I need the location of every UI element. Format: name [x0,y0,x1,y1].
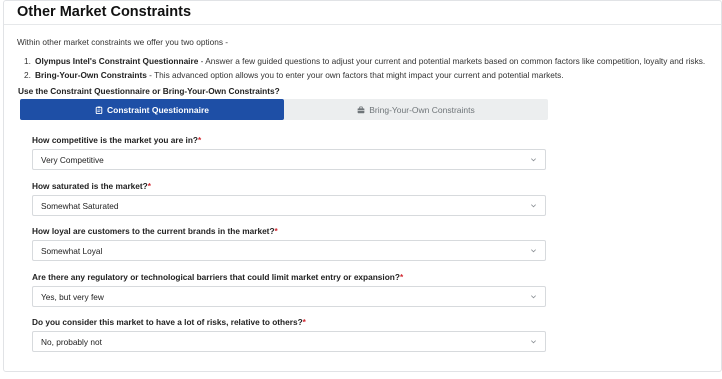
option-description: - Answer a few guided questions to adjus… [198,56,706,66]
list-item: 1. Olympus Intel's Constraint Questionnai… [24,54,705,68]
select-value: Yes, but very few [41,291,104,302]
option-name: Bring-Your-Own Constraints [35,70,147,80]
field-label: How competitive is the market you are in… [32,135,202,145]
clipboard-icon [95,105,103,114]
chevron-down-icon [530,338,537,345]
risk-field: Do you consider this market to have a lo… [32,317,546,352]
saturation-field: How saturated is the market?* Somewhat S… [32,181,546,216]
select-value: Somewhat Loyal [41,245,103,256]
risk-select[interactable]: No, probably not [32,331,546,352]
tab-label: Bring-Your-Own Constraints [369,104,475,115]
intro-text: Within other market constraints we offer… [17,37,229,47]
required-asterisk: * [197,135,202,145]
saturation-select[interactable]: Somewhat Saturated [32,195,546,216]
list-item: 2. Bring-Your-Own Constraints - This adva… [24,68,705,82]
options-list: 1. Olympus Intel's Constraint Questionnai… [24,54,705,82]
option-number: 2. [24,70,31,80]
page-title: Other Market Constraints [17,4,192,20]
required-asterisk: * [399,272,404,282]
chevron-down-icon [530,202,537,209]
briefcase-icon [357,106,365,114]
chevron-down-icon [530,156,537,163]
barriers-select[interactable]: Yes, but very few [32,286,546,307]
competitiveness-select[interactable]: Very Competitive [32,149,546,170]
select-value: Somewhat Saturated [41,200,119,211]
loyalty-field: How loyal are customers to the current b… [32,226,546,261]
field-label: How loyal are customers to the current b… [32,226,278,236]
card-header: Other Market Constraints [4,1,721,25]
tab-constraint-questionnaire[interactable]: Constraint Questionnaire [20,99,284,120]
chevron-down-icon [530,247,537,254]
field-label: Do you consider this market to have a lo… [32,317,306,327]
market-constraints-card: Other Market Constraints Within other ma… [3,0,722,372]
choice-question: Use the Constraint Questionnaire or Brin… [18,86,280,96]
field-label: Are there any regulatory or technologica… [32,272,404,282]
option-number: 1. [24,56,31,66]
required-asterisk: * [274,226,278,236]
constraint-mode-tabs: Constraint Questionnaire Bring-Your-Own … [20,99,548,120]
barriers-field: Are there any regulatory or technologica… [32,272,546,307]
select-value: No, probably not [41,336,102,347]
field-label: How saturated is the market?* [32,181,151,191]
required-asterisk: * [147,181,151,191]
select-value: Very Competitive [41,154,104,165]
option-name: Olympus Intel's Constraint Questionnaire [35,56,199,66]
competitiveness-field: How competitive is the market you are in… [32,135,546,170]
tab-bring-your-own-constraints[interactable]: Bring-Your-Own Constraints [284,99,548,120]
chevron-down-icon [530,293,537,300]
tab-label: Constraint Questionnaire [106,104,209,115]
option-description: - This advanced option allows you to ent… [146,70,564,80]
loyalty-select[interactable]: Somewhat Loyal [32,240,546,261]
required-asterisk: * [302,317,306,327]
